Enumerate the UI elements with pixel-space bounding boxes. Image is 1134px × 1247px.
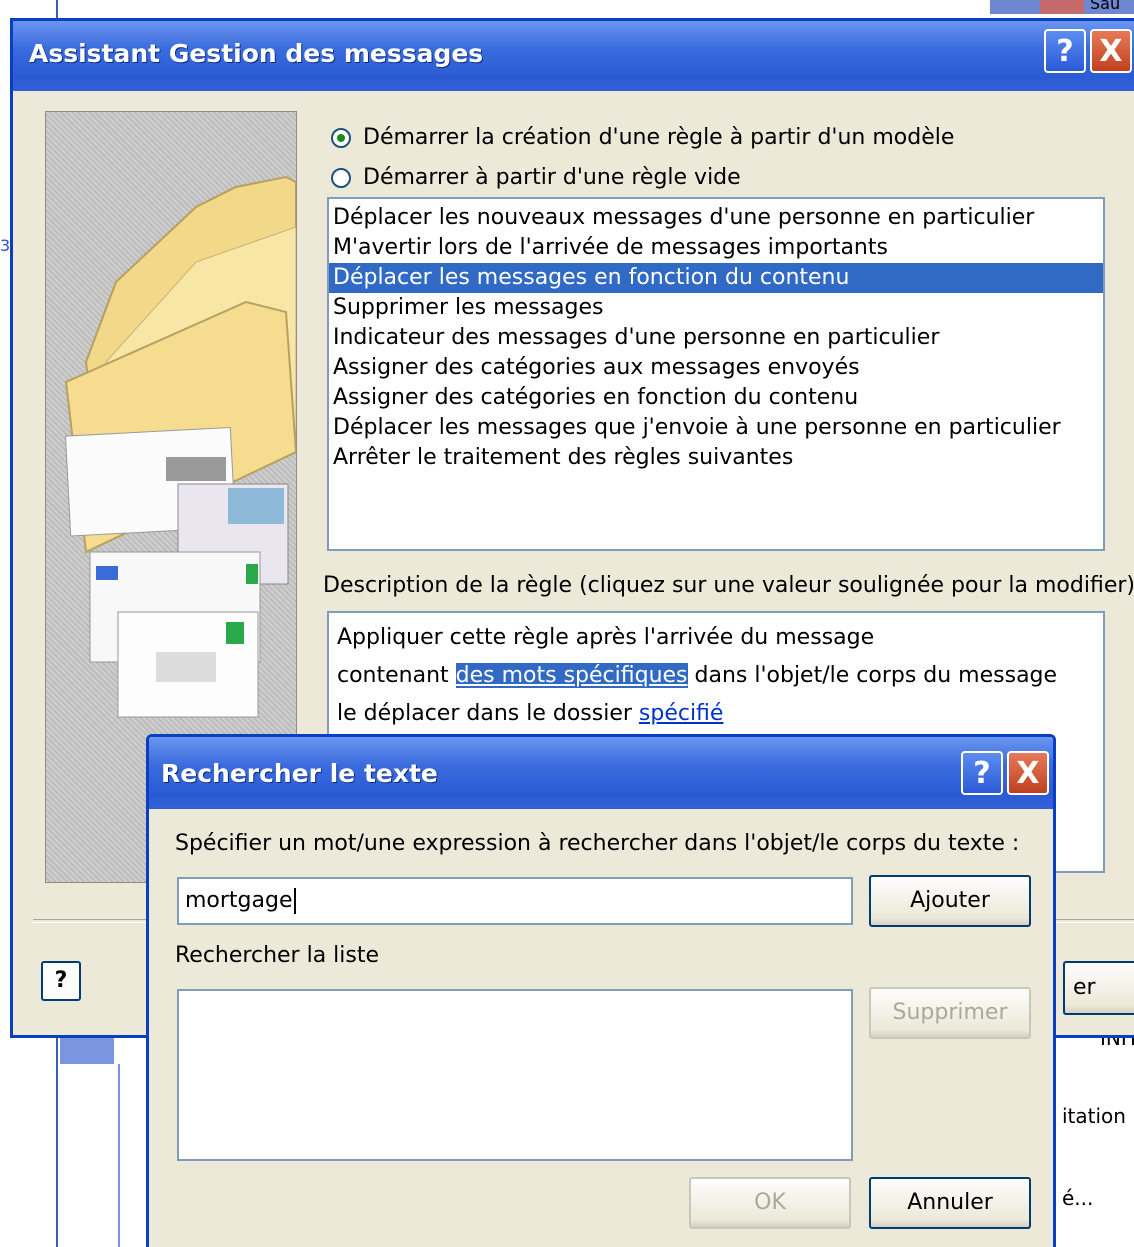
radio-blank-button[interactable] [331, 167, 351, 188]
list-item[interactable]: Déplacer les messages que j'envoie à une… [329, 413, 1103, 443]
ok-button[interactable]: OK [689, 1177, 851, 1229]
background-toolbar-icon [1040, 0, 1084, 14]
rule-description-line: le déplacer dans le dossier spécifié [337, 701, 724, 726]
background-text-fragment: é... [1062, 1186, 1094, 1210]
list-item[interactable]: M'avertir lors de l'arrivée de messages … [329, 233, 1103, 263]
rule-description-label: Description de la règle (cliquez sur une… [323, 573, 1134, 598]
search-prompt-label: Spécifier un mot/une expression à recher… [175, 831, 1020, 856]
list-item[interactable]: Arrêter le traitement des règles suivant… [329, 443, 1103, 473]
background-top-text: Sau [1090, 0, 1121, 13]
search-list[interactable] [177, 989, 853, 1161]
help-icon[interactable]: ? [961, 751, 1003, 795]
list-item[interactable]: Déplacer les nouveaux messages d'une per… [329, 203, 1103, 233]
radio-blank-label: Démarrer à partir d'une règle vide [363, 165, 741, 190]
search-list-label: Rechercher la liste [175, 943, 380, 968]
close-icon[interactable]: X [1090, 29, 1132, 73]
rules-wizard-titlebar[interactable]: Assistant Gestion des messages ? X [13, 21, 1134, 91]
list-item[interactable]: Assigner des catégories en fonction du c… [329, 383, 1103, 413]
radio-template-label: Démarrer la création d'une règle à parti… [363, 125, 955, 150]
list-item-selected[interactable]: Déplacer les messages en fonction du con… [329, 263, 1103, 293]
remove-button[interactable]: Supprimer [869, 987, 1031, 1039]
radio-template-button[interactable] [331, 127, 351, 148]
rules-wizard-title: Assistant Gestion des messages [29, 39, 484, 68]
background-window-divider [118, 1040, 120, 1247]
help-icon[interactable]: ? [1044, 29, 1086, 73]
background-stray-char: 3 [0, 236, 11, 255]
find-text-titlebar[interactable]: Rechercher le texte ? X [149, 737, 1053, 809]
close-icon[interactable]: X [1007, 751, 1049, 795]
list-item[interactable]: Indicateur des messages d'une personne e… [329, 323, 1103, 353]
template-list[interactable]: Déplacer les nouveaux messages d'une per… [327, 197, 1105, 551]
radio-blank-option[interactable]: Démarrer à partir d'une règle vide [331, 165, 741, 190]
search-input[interactable]: mortgage [177, 877, 853, 925]
find-text-dialog: Rechercher le texte ? X Spécifier un mot… [146, 734, 1056, 1247]
cancel-button[interactable]: Annuler [869, 1177, 1031, 1229]
radio-template-option[interactable]: Démarrer la création d'une règle à parti… [331, 125, 954, 150]
list-item[interactable]: Supprimer les messages [329, 293, 1103, 323]
text-caret [293, 888, 296, 914]
background-toolbar: Sau [990, 0, 1134, 14]
background-text-fragment: itation [1062, 1104, 1126, 1128]
add-button[interactable]: Ajouter [869, 875, 1031, 927]
find-text-title: Rechercher le texte [161, 759, 438, 788]
wizard-partial-button[interactable]: er [1063, 961, 1134, 1015]
specific-words-link[interactable]: des mots spécifiques [455, 663, 688, 688]
list-item[interactable]: Assigner des catégories aux messages env… [329, 353, 1103, 383]
rule-description-line: Appliquer cette règle après l'arrivée du… [337, 625, 875, 650]
wizard-help-button[interactable]: ? [41, 961, 81, 1001]
specified-folder-link[interactable]: spécifié [639, 701, 724, 726]
rule-description-line: contenant des mots spécifiques dans l'ob… [337, 663, 1058, 688]
